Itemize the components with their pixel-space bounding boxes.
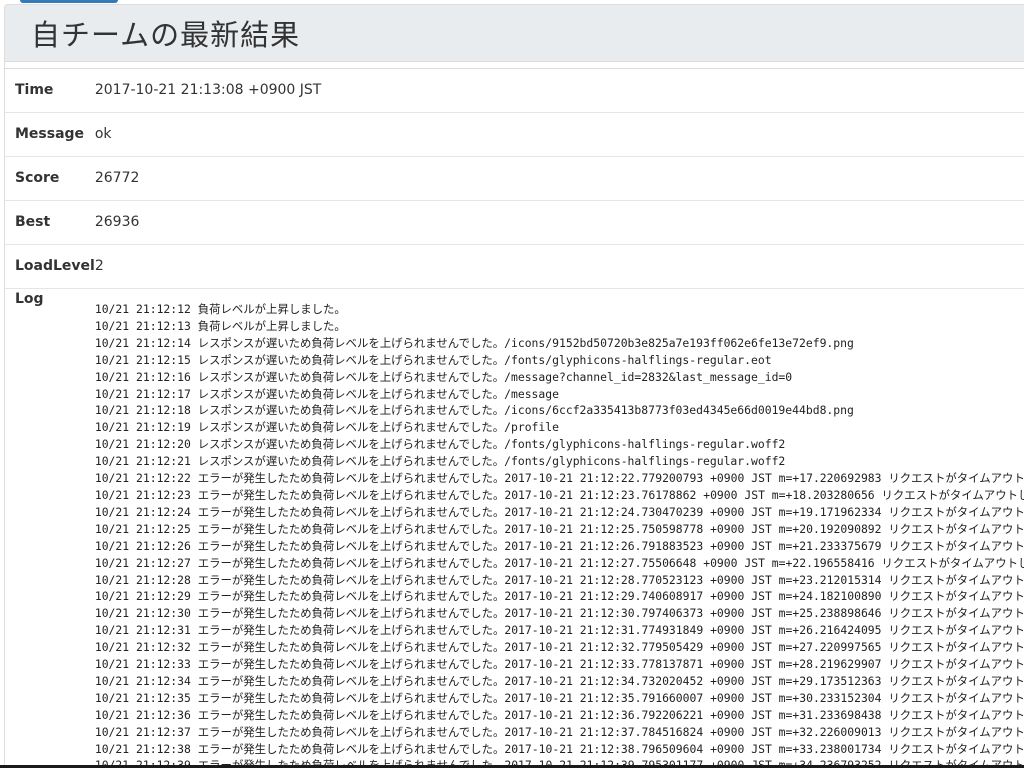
score-value: 26772 [94,156,1024,201]
log-output: 10/21 21:12:12 負荷レベルが上昇しました。 10/21 21:12:… [95,289,1024,768]
log-line: 10/21 21:12:22 エラーが発生したため負荷レベルを上げられませんでし… [94,471,1024,486]
log-row: Log 10/21 21:12:12 負荷レベルが上昇しました。 10/21 21… [5,288,1024,768]
score-row: Score 26772 [5,156,1024,201]
time-row: Time 2017-10-21 21:13:08 +0900 JST [5,69,1024,113]
log-line: 10/21 21:12:24 エラーが発生したため負荷レベルを上げられませんでし… [94,504,1024,519]
log-line: 10/21 21:12:36 エラーが発生したため負荷レベルを上げられませんでし… [94,707,1024,722]
log-line: 10/21 21:12:35 エラーが発生したため負荷レベルを上げられませんでし… [94,690,1024,705]
log-line: 10/21 21:12:30 エラーが発生したため負荷レベルを上げられませんでし… [94,606,1024,621]
best-label: Best [5,200,95,245]
log-line: 10/21 21:12:26 エラーが発生したため負荷レベルを上げられませんでし… [94,538,1024,553]
page: 自チームの最新結果 Time 2017-10-21 21:13:08 +0900… [0,0,1024,768]
log-line: 10/21 21:12:16 レスポンスが遅いため負荷レベルを上げられませんでし… [94,369,793,384]
log-line: 10/21 21:12:13 負荷レベルが上昇しました。 [94,318,346,333]
log-line: 10/21 21:12:12 負荷レベルが上昇しました。 [94,302,346,316]
log-line: 10/21 21:12:31 エラーが発生したため負荷レベルを上げられませんでし… [94,623,1024,638]
message-value: ok [94,112,1024,157]
log-line: 10/21 21:12:20 レスポンスが遅いため負荷レベルを上げられませんでし… [94,437,786,452]
log-line: 10/21 21:12:38 エラーが発生したため負荷レベルを上げられませんでし… [94,741,1024,756]
loadlevel-label: LoadLevel [5,244,95,289]
loadlevel-value: 2 [94,244,1024,289]
log-line: 10/21 21:12:27 エラーが発生したため負荷レベルを上げられませんでし… [94,555,1024,570]
log-line: 10/21 21:12:32 エラーが発生したため負荷レベルを上げられませんでし… [94,640,1024,655]
log-line: 10/21 21:12:15 レスポンスが遅いため負荷レベルを上げられませんでし… [94,352,772,367]
time-label: Time [15,82,54,98]
log-line: 10/21 21:12:28 エラーが発生したため負荷レベルを上げられませんでし… [94,572,1024,587]
best-row: Best 26936 [5,200,1024,245]
panel-heading: 自チームの最新結果 [5,5,1024,62]
log-line: 10/21 21:12:25 エラーが発生したため負荷レベルを上げられませんでし… [94,521,1024,536]
log-line: 10/21 21:12:17 レスポンスが遅いため負荷レベルを上げられませんでし… [94,386,559,401]
log-line: 10/21 21:12:33 エラーが発生したため負荷レベルを上げられませんでし… [94,657,1024,672]
log-label: Log [5,288,95,768]
log-cell: 10/21 21:12:12 負荷レベルが上昇しました。 10/21 21:12:… [94,288,1024,768]
loadlevel-row: LoadLevel 2 [5,244,1024,289]
message-label: Message [5,112,95,157]
log-line: 10/21 21:12:23 エラーが発生したため負荷レベルを上げられませんでし… [94,487,1024,502]
log-line: 10/21 21:12:37 エラーが発生したため負荷レベルを上げられませんでし… [94,724,1024,739]
time-value: 2017-10-21 21:13:08 +0900 JST [94,82,322,98]
log-line: 10/21 21:12:18 レスポンスが遅いため負荷レベルを上げられませんでし… [94,403,854,418]
score-label: Score [5,156,95,201]
log-line: 10/21 21:12:29 エラーが発生したため負荷レベルを上げられませんでし… [94,589,1024,604]
log-line: 10/21 21:12:21 レスポンスが遅いため負荷レベルを上げられませんでし… [94,454,786,469]
nav-active-tab-indicator [20,0,118,3]
best-value: 26936 [94,200,1024,245]
log-line: 10/21 21:12:14 レスポンスが遅いため負荷レベルを上げられませんでし… [94,335,854,350]
log-line: 10/21 21:12:34 エラーが発生したため負荷レベルを上げられませんでし… [94,673,1024,688]
latest-result-panel: 自チームの最新結果 Time 2017-10-21 21:13:08 +0900… [4,4,1024,768]
message-row: Message ok [5,112,1024,157]
results-table: Time 2017-10-21 21:13:08 +0900 JST Messa… [5,68,1024,768]
log-line: 10/21 21:12:19 レスポンスが遅いため負荷レベルを上げられませんでし… [94,420,559,435]
page-title: 自チームの最新結果 [31,18,301,52]
